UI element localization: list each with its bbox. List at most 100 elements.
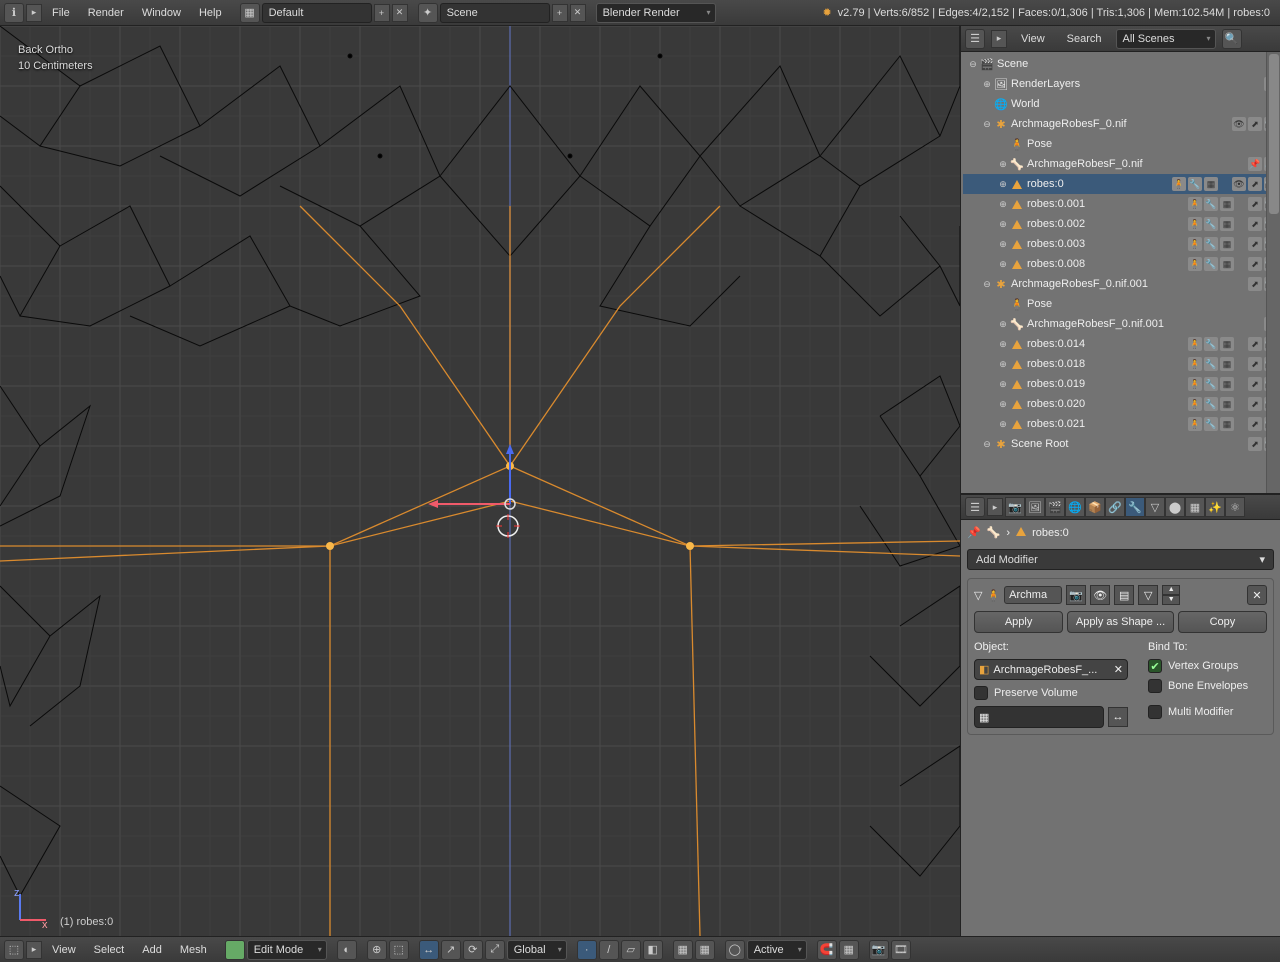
tree-armature-0[interactable]: ⊖✱ArchmageRobesF_0.nif👁⬈📷 (963, 114, 1280, 134)
multi-modifier-checkbox[interactable] (1148, 705, 1162, 719)
tab-constraints-icon[interactable]: 🔗 (1105, 497, 1125, 517)
mod-display-toggle-icon[interactable]: 👁 (1090, 585, 1110, 605)
tab-renderlayers-icon[interactable]: 🖼 (1025, 497, 1045, 517)
scene-remove-icon[interactable]: ✕ (570, 4, 586, 22)
shading-dropdown-icon[interactable]: ◐ (337, 940, 357, 960)
tree-armature-data[interactable]: ⊕🦴ArchmageRobesF_0.nif📌🔗 (963, 154, 1280, 174)
tab-material-icon[interactable]: ⬤ (1165, 497, 1185, 517)
tree-renderlayers[interactable]: ⊕🖼RenderLayers▣ (963, 74, 1280, 94)
preserve-volume-checkbox[interactable] (974, 686, 988, 700)
bone-envelopes-checkbox[interactable] (1148, 679, 1162, 693)
mode-dropdown[interactable]: Edit Mode (247, 940, 327, 960)
tree-armature-1[interactable]: ⊖✱ArchmageRobesF_0.nif.001⬈📷 (963, 274, 1280, 294)
tree-scene[interactable]: ⊖🎬Scene (963, 54, 1280, 74)
manipulator-toggle-icon[interactable]: ↔ (419, 940, 439, 960)
grid-icon[interactable]: ▦ (1204, 177, 1218, 191)
pivot-dropdown-icon[interactable]: ⊕ (367, 940, 387, 960)
tab-object-icon[interactable]: 📦 (1085, 497, 1105, 517)
limit-selection-icon[interactable]: ◧ (643, 940, 663, 960)
tree-robes002[interactable]: ⊕robes:0.002🧍🔧▦⬈📷 (963, 214, 1280, 234)
tab-world-icon[interactable]: 🌐 (1065, 497, 1085, 517)
modifier-delete-icon[interactable]: ✕ (1247, 585, 1267, 605)
snap-toggle-icon[interactable]: 🧲 (817, 940, 837, 960)
tree-robes001[interactable]: ⊕robes:0.001🧍🔧▦⬈📷 (963, 194, 1280, 214)
3d-viewport[interactable]: Back Ortho 10 Centimeters (1) robes:0 z … (0, 26, 960, 936)
select-edge-icon[interactable]: / (599, 940, 619, 960)
properties-editor-icon[interactable]: ☰ (965, 497, 985, 517)
pivot-align-icon[interactable]: ⬚ (389, 940, 409, 960)
select-vertex-icon[interactable]: · (577, 940, 597, 960)
manipulator-translate-icon[interactable]: ↗ (441, 940, 461, 960)
tab-texture-icon[interactable]: ▦ (1185, 497, 1205, 517)
tree-robes014[interactable]: ⊕robes:0.014🧍🔧▦⬈📷 (963, 334, 1280, 354)
vertex-group-field[interactable]: ▦ (974, 706, 1104, 728)
armature-object-field[interactable]: ◧ ArchmageRobesF_... ✕ (974, 659, 1128, 680)
outliner-filter-dropdown[interactable]: All Scenes (1116, 29, 1216, 49)
opengl-anim-icon[interactable]: 🎞 (891, 940, 911, 960)
modifier-name-field[interactable]: Archma (1004, 586, 1062, 604)
tree-robes0[interactable]: ⊕robes:0🧍🔧▦👁⬈📷 (963, 174, 1280, 194)
pin-icon[interactable]: 📌 (967, 526, 981, 539)
manipulator-rotate-icon[interactable]: ⟳ (463, 940, 483, 960)
breadcrumb-object[interactable]: robes:0 (1032, 527, 1069, 539)
outliner-editor-icon[interactable]: ☰ (965, 29, 985, 49)
copy-button[interactable]: Copy (1178, 611, 1267, 633)
manipulator-scale-icon[interactable]: ⤢ (485, 940, 505, 960)
cursor-icon[interactable]: ⬈ (1248, 177, 1262, 191)
tree-pose[interactable]: 🧍Pose (963, 134, 1280, 154)
scene-field[interactable]: Scene (440, 3, 550, 23)
tab-particles-icon[interactable]: ✨ (1205, 497, 1225, 517)
tree-pose-1[interactable]: 🧍Pose (963, 294, 1280, 314)
tab-modifiers-icon[interactable]: 🔧 (1125, 497, 1145, 517)
tab-render-icon[interactable]: 📷 (1005, 497, 1025, 517)
wrench-icon[interactable]: 🔧 (1188, 177, 1202, 191)
render-engine-dropdown[interactable]: Blender Render (596, 3, 716, 23)
pin-icon[interactable]: 📌 (1248, 157, 1262, 171)
vertex-groups-checkbox[interactable]: ✔ (1148, 659, 1162, 673)
eye-icon[interactable]: 👁 (1232, 177, 1246, 191)
add-menu[interactable]: Add (134, 940, 170, 960)
layout-remove-icon[interactable]: ✕ (392, 4, 408, 22)
apply-shape-button[interactable]: Apply as Shape ... (1067, 611, 1174, 633)
expand-icon[interactable]: ▸ (26, 4, 42, 22)
search-icon[interactable]: 🔍 (1222, 29, 1242, 49)
menu-window[interactable]: Window (134, 3, 189, 23)
opengl-render-icon[interactable]: 📷 (869, 940, 889, 960)
editor-type-icon[interactable]: ℹ (4, 3, 24, 23)
outliner-scrollbar[interactable] (1266, 52, 1280, 493)
mod-editmode-toggle-icon[interactable]: ▤ (1114, 585, 1134, 605)
orientation-dropdown[interactable]: Global (507, 940, 567, 960)
mod-render-toggle-icon[interactable]: 📷 (1066, 585, 1086, 605)
collapse-icon[interactable]: ▽ (974, 589, 982, 602)
tab-data-icon[interactable]: ▽ (1145, 497, 1165, 517)
tree-armature-data-1[interactable]: ⊕🦴ArchmageRobesF_0.nif.001◂ (963, 314, 1280, 334)
tree-robes003[interactable]: ⊕robes:0.003🧍🔧▦⬈📷 (963, 234, 1280, 254)
menu-help[interactable]: Help (191, 3, 230, 23)
tree-robes008[interactable]: ⊕robes:0.008🧍🔧▦⬈📷 (963, 254, 1280, 274)
layers-icon-2[interactable]: ▦ (695, 940, 715, 960)
clear-object-icon[interactable]: ✕ (1114, 663, 1123, 676)
select-face-icon[interactable]: ▱ (621, 940, 641, 960)
tab-physics-icon[interactable]: ⚛ (1225, 497, 1245, 517)
view-menu[interactable]: View (44, 940, 84, 960)
modifier-move-buttons[interactable]: ▲▼ (1162, 585, 1180, 605)
editor-type-3dview-icon[interactable]: ⬚ (4, 940, 24, 960)
tree-robes021[interactable]: ⊕robes:0.021🧍🔧▦⬈📷 (963, 414, 1280, 434)
mod-armature-icon[interactable]: 🧍 (1172, 177, 1186, 191)
tab-scene-icon[interactable]: 🎬 (1045, 497, 1065, 517)
snap-element-icon[interactable]: ▦ (839, 940, 859, 960)
outliner-tree[interactable]: ⊖🎬Scene ⊕🖼RenderLayers▣ 🌐World ⊖✱Archmag… (961, 52, 1280, 494)
outliner-view-menu[interactable]: View (1013, 29, 1053, 49)
menu-file[interactable]: File (44, 3, 78, 23)
expand-icon[interactable]: ▸ (991, 30, 1007, 48)
cursor-icon[interactable]: ⬈ (1248, 117, 1262, 131)
expand-icon[interactable]: ▸ (26, 941, 42, 959)
select-menu[interactable]: Select (86, 940, 133, 960)
pe-falloff-dropdown[interactable]: Active (747, 940, 807, 960)
menu-render[interactable]: Render (80, 3, 132, 23)
tree-world[interactable]: 🌐World (963, 94, 1280, 114)
mod-cage-toggle-icon[interactable]: ▽ (1138, 585, 1158, 605)
screen-layout-icon[interactable]: ▦ (240, 3, 260, 23)
layout-field[interactable]: Default (262, 3, 372, 23)
tree-robes020[interactable]: ⊕robes:0.020🧍🔧▦⬈📷 (963, 394, 1280, 414)
